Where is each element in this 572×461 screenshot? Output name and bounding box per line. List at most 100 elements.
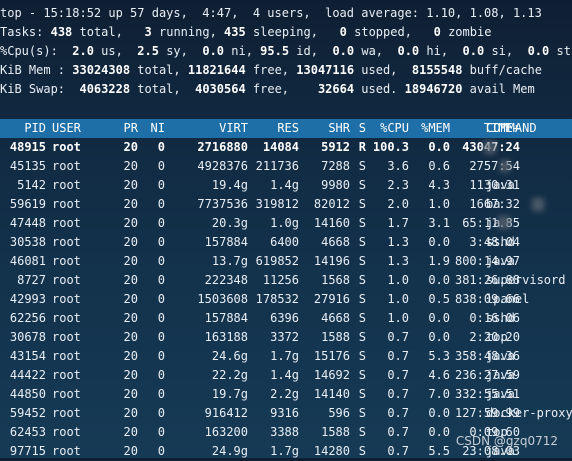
col-pr[interactable]: PR [100, 119, 138, 138]
process-pr: 20 [123, 140, 138, 154]
process-shr: 27916 [313, 292, 350, 306]
process-res: 9316 [270, 406, 299, 420]
process-pid: 30538 [9, 235, 46, 249]
process-row[interactable]: 8727 root 20 0 222348 11256 1568 S 1.0 0.0 381:26.… [0, 271, 572, 290]
process-row[interactable]: 44422 root 20 0 22.2g 1.4g 14692 S 0.7 4.6 236:27.… [0, 366, 572, 385]
process-cmd: java [486, 254, 515, 268]
process-pr: 20 [123, 235, 138, 249]
process-res: 2.2g [270, 387, 299, 401]
process-mem: 1.9 [428, 254, 450, 268]
col-s[interactable]: S [350, 119, 366, 138]
process-user: root [52, 425, 81, 439]
process-row[interactable]: 59619 root 20 0 7737536 319812 82012 S 2.0 1.0 166… [0, 195, 572, 214]
process-cmd: java [486, 368, 515, 382]
process-pr: 20 [123, 292, 138, 306]
process-virt: 222348 [204, 273, 248, 287]
redaction-blur [500, 160, 510, 172]
process-cpu: 0.7 [387, 425, 409, 439]
process-row[interactable]: 47448 root 20 0 20.3g 1.0g 14160 S 1.7 3.1 65:11.8… [0, 214, 572, 233]
process-shr: 4668 [321, 235, 350, 249]
process-s: S [358, 368, 366, 382]
process-row[interactable]: 62256 root 20 0 157884 6396 4668 S 1.0 0.0 0:16.06… [0, 309, 572, 328]
process-virt: 19.4g [211, 178, 248, 192]
process-virt: 1503608 [197, 292, 248, 306]
process-mem: 7.0 [428, 387, 450, 401]
process-res: 1.4g [270, 178, 299, 192]
process-mem: 0.5 [428, 292, 450, 306]
col-pid[interactable]: PID [0, 119, 46, 138]
process-cpu: 3.6 [387, 159, 409, 173]
process-row[interactable]: 44850 root 20 0 19.7g 2.2g 14140 S 0.7 7.0 332:55.… [0, 385, 572, 404]
process-user: root [52, 330, 81, 344]
swap-line: KiB Swap: 4063228 total, 4030564 free, 3… [0, 82, 535, 96]
process-row[interactable]: 45135 root 20 0 4928376 211736 7288 S 3.6 0.6 2757… [0, 157, 572, 176]
process-mem: 0.0 [428, 425, 450, 439]
process-row[interactable]: 5142 root 20 0 19.4g 1.4g 9980 S 2.3 4.3 1130:31 ja… [0, 176, 572, 195]
process-pr: 20 [123, 349, 138, 363]
process-s: S [358, 273, 366, 287]
process-cpu: 1.7 [387, 216, 409, 230]
process-mem: 4.6 [428, 368, 450, 382]
process-pid: 5142 [17, 178, 46, 192]
process-user: root [52, 368, 81, 382]
process-ni: 0 [157, 235, 165, 249]
process-cpu: 2.0 [387, 197, 409, 211]
process-pid: 44422 [9, 368, 46, 382]
process-row[interactable]: 59452 root 20 0 916412 9316 596 S 0.7 0.0 127:59.9… [0, 404, 572, 423]
process-cpu: 1.3 [387, 235, 409, 249]
process-ni: 0 [157, 349, 165, 363]
process-cpu: 1.0 [387, 292, 409, 306]
tasks-line: Tasks: 438 total, 3 running, 435 sleepin… [0, 25, 492, 39]
process-pr: 20 [123, 178, 138, 192]
process-shr: 1588 [321, 425, 350, 439]
process-user: root [52, 216, 81, 230]
process-cpu: 2.3 [387, 178, 409, 192]
process-row[interactable]: 46081 root 20 0 13.7g 619852 14196 S 1.3 1.9 800:1… [0, 252, 572, 271]
col-virt[interactable]: VIRT [165, 119, 248, 138]
process-virt: 24.9g [211, 444, 248, 458]
process-mem: 0.0 [428, 140, 450, 154]
process-shr: 5912 [321, 140, 350, 154]
process-cpu: 0.7 [387, 330, 409, 344]
process-res: 6400 [270, 235, 299, 249]
process-user: root [52, 235, 81, 249]
process-shr: 14140 [313, 387, 350, 401]
process-pr: 20 [123, 425, 138, 439]
process-mem: 0.0 [428, 406, 450, 420]
process-virt: 19.7g [211, 387, 248, 401]
process-cmd: sshd [486, 235, 515, 249]
process-pid: 59452 [9, 406, 46, 420]
process-ni: 0 [157, 216, 165, 230]
process-s: S [358, 235, 366, 249]
col-ni[interactable]: NI [138, 119, 165, 138]
col-user[interactable]: USER [52, 119, 100, 138]
process-res: 211736 [255, 159, 299, 173]
process-cpu: 1.0 [387, 273, 409, 287]
col-mem[interactable]: %MEM [409, 119, 450, 138]
process-row[interactable]: 30538 root 20 0 157884 6400 4668 S 1.3 0.0 3:48.04… [0, 233, 572, 252]
col-cpu[interactable]: %CPU [366, 119, 409, 138]
process-res: 6396 [270, 311, 299, 325]
process-user: root [52, 197, 81, 211]
process-ni: 0 [157, 406, 165, 420]
process-row[interactable]: 43154 root 20 0 24.6g 1.7g 15176 S 0.7 5.3 358:48.… [0, 347, 572, 366]
process-pid: 30678 [9, 330, 46, 344]
process-user: root [52, 406, 81, 420]
process-res: 14084 [262, 140, 299, 154]
process-row[interactable]: 42993 root 20 0 1503608 178532 27916 S 1.0 0.5 838… [0, 290, 572, 309]
col-shr[interactable]: SHR [299, 119, 350, 138]
process-s: S [358, 178, 366, 192]
process-shr: 596 [328, 406, 350, 420]
process-shr: 15176 [313, 349, 350, 363]
process-cmd: java [486, 178, 515, 192]
col-res[interactable]: RES [248, 119, 299, 138]
process-user: root [52, 273, 81, 287]
watermark: CSDN @gzq0712 [455, 434, 558, 448]
process-s: S [358, 311, 366, 325]
process-pr: 20 [123, 273, 138, 287]
process-cpu: 0.7 [387, 444, 409, 458]
process-row[interactable]: 30678 root 20 0 163188 3372 1588 S 0.7 0.0 2:20.20… [0, 328, 572, 347]
process-mem: 3.1 [428, 216, 450, 230]
col-command[interactable]: COMMAND [486, 119, 572, 138]
process-cpu: 0.7 [387, 368, 409, 382]
